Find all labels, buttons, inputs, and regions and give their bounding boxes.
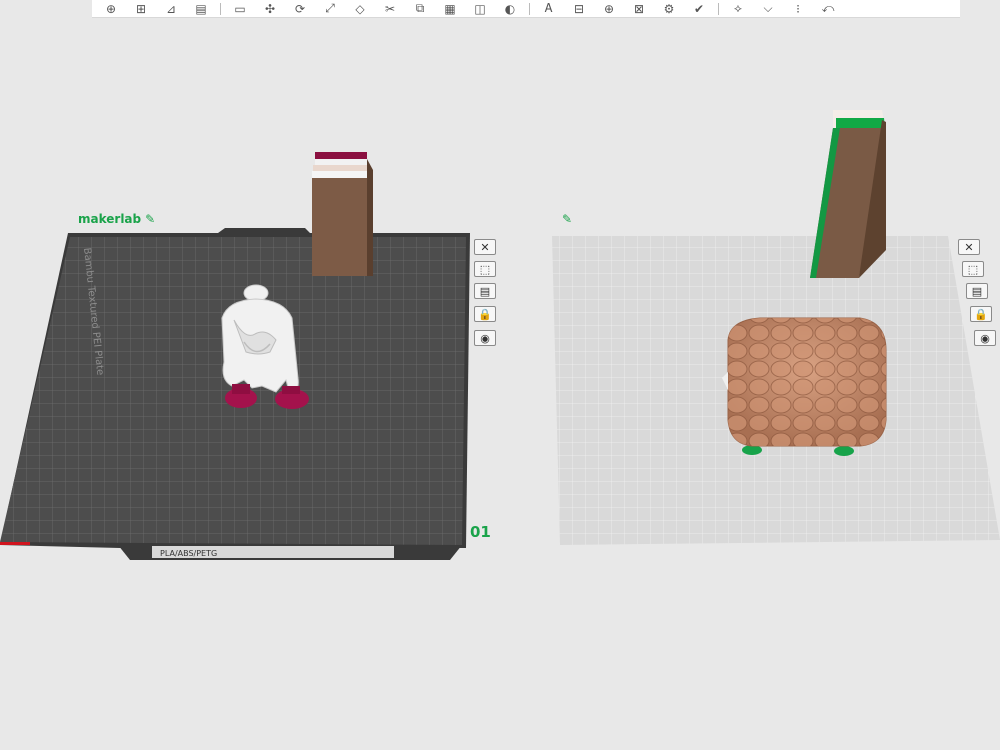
plate-1-number: 01: [470, 523, 491, 541]
plate-1-footer-text: PLA/ABS/PETG: [160, 549, 217, 558]
plate-settings-icon[interactable]: ◉: [974, 330, 996, 346]
pencil-icon[interactable]: ✎: [562, 212, 572, 226]
arrange-plate-icon[interactable]: ▤: [966, 283, 988, 299]
pencil-icon[interactable]: ✎: [145, 212, 155, 226]
arrange-plate-icon[interactable]: ▤: [474, 283, 496, 299]
prime-tower-1[interactable]: [312, 152, 373, 276]
plate-1-name-label[interactable]: makerlab ✎: [78, 212, 155, 226]
remove-plate-icon[interactable]: ✕: [474, 239, 496, 255]
rock-textured-cube[interactable]: [722, 317, 887, 456]
build-scene: PLA/ABS/PETG Bambu Textured PEI Plate: [0, 110, 1000, 560]
remove-plate-icon[interactable]: ✕: [958, 239, 980, 255]
plate-1-name: makerlab: [78, 212, 142, 226]
lock-plate-icon[interactable]: 🔒: [970, 306, 992, 322]
pick-object-icon[interactable]: ⬚: [474, 261, 496, 277]
plate-settings-icon[interactable]: ◉: [474, 330, 496, 346]
plate-1-top-tab: [218, 228, 310, 233]
lock-plate-icon[interactable]: 🔒: [474, 306, 496, 322]
pick-object-icon[interactable]: ⬚: [962, 261, 984, 277]
plate-2-name-label[interactable]: ✎: [558, 212, 572, 226]
prime-tower-2[interactable]: [810, 110, 886, 278]
origin-marker: [0, 542, 30, 545]
